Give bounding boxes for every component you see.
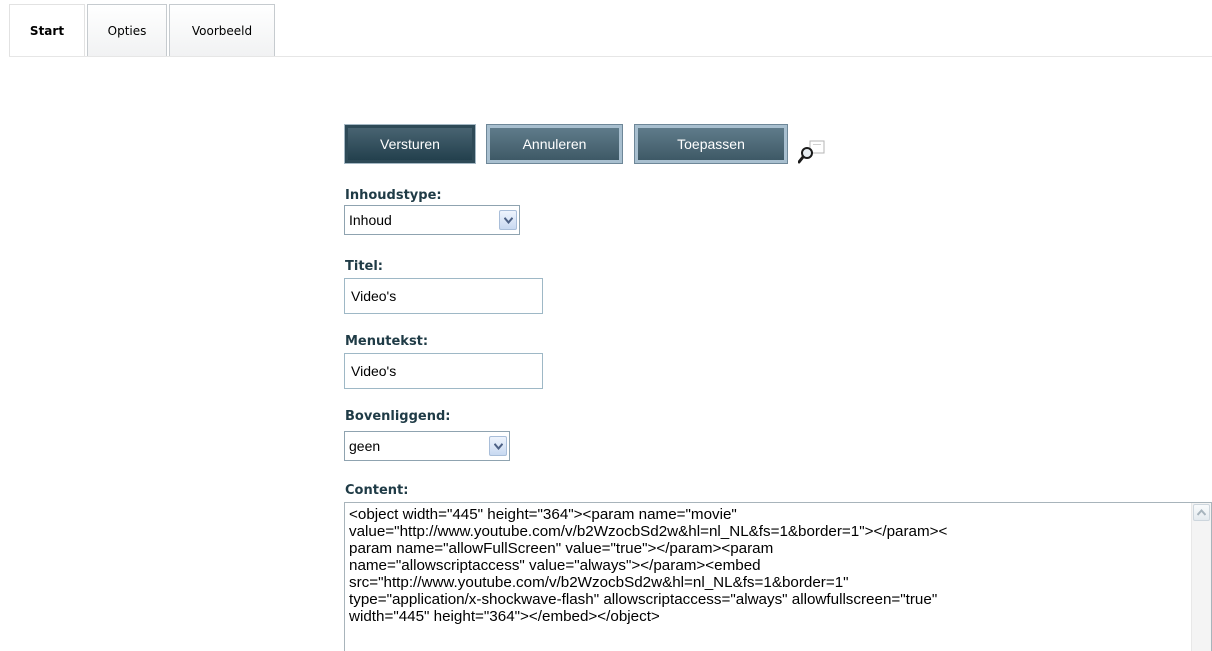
parent-value: geen (349, 438, 381, 454)
tab-voorbeeld[interactable]: Voorbeeld (169, 4, 275, 56)
menu-text-field[interactable]: Video's (344, 353, 543, 389)
title-label: Titel: (345, 259, 384, 274)
chevron-down-icon[interactable] (489, 436, 507, 456)
submit-button[interactable]: Versturen (344, 124, 476, 164)
content-text: <object width="445" height="364"><param … (349, 506, 948, 625)
content-type-label: Inhoudstype: (345, 188, 442, 203)
tab-start[interactable]: Start (9, 4, 85, 56)
content-textarea[interactable]: <object width="445" height="364"><param … (344, 502, 1212, 651)
magnifier-icon[interactable] (797, 140, 828, 166)
chevron-up-icon[interactable] (1193, 504, 1210, 521)
menu-text-label: Menutekst: (345, 334, 429, 349)
content-type-select[interactable]: Inhoud (344, 205, 520, 235)
tab-bar: Start Opties Voorbeeld (9, 4, 1212, 57)
cancel-button[interactable]: Annuleren (486, 124, 623, 164)
content-type-value: Inhoud (349, 212, 392, 228)
title-field[interactable]: Video's (344, 278, 543, 314)
content-label: Content: (345, 483, 409, 498)
parent-select[interactable]: geen (344, 431, 510, 461)
parent-label: Bovenliggend: (345, 409, 451, 424)
chevron-down-icon[interactable] (499, 210, 517, 230)
textarea-scrollbar[interactable] (1191, 503, 1211, 651)
tab-opties[interactable]: Opties (87, 4, 167, 56)
apply-button[interactable]: Toepassen (634, 124, 788, 164)
